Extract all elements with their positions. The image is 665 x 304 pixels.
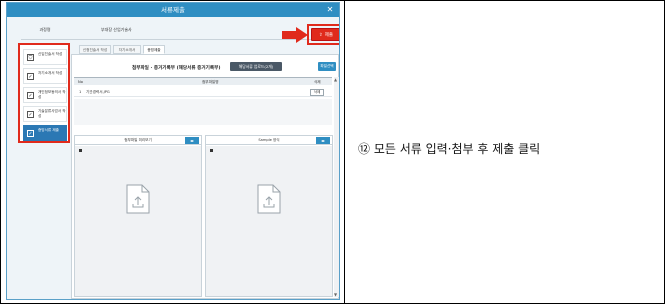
page-marker-icon bbox=[79, 149, 82, 152]
form-row: 과정명 부대장 산업기술사 bbox=[21, 23, 317, 37]
delete-button[interactable]: 삭제 bbox=[310, 89, 324, 96]
table-row: 1 기관경력서.JPG 삭제 bbox=[74, 88, 332, 97]
file-name: 기관경력서.JPG bbox=[86, 90, 110, 94]
window-title: 서류제출 bbox=[7, 3, 339, 17]
scrollbar[interactable]: ▲ ▼ bbox=[334, 77, 339, 297]
tab-statement[interactable]: 신청진술서 작성 bbox=[79, 45, 111, 54]
form-divider bbox=[21, 39, 317, 40]
instruction-caption: ⑫ 모든 서류 입력·첨부 후 제출 클릭 bbox=[358, 142, 541, 156]
tab-evidence[interactable]: 증빙제출 bbox=[143, 45, 165, 54]
step-item-5[interactable]: ✓ 증빙서류 제출 bbox=[23, 125, 67, 141]
preview-viewer: 첨부파일 미리보기 ◂▸ bbox=[74, 135, 202, 297]
file-upload-icon bbox=[257, 184, 281, 214]
attach-file-button[interactable]: 파일선택 bbox=[318, 62, 336, 71]
column-header: 첨부파일명 bbox=[202, 80, 219, 84]
step-label: 증빙서류 제출 bbox=[38, 128, 59, 132]
viewer-body bbox=[206, 146, 332, 296]
scroll-up-icon[interactable]: ▲ bbox=[334, 77, 337, 82]
viewer-nav-arrows-icon[interactable]: ◂▸ bbox=[316, 137, 330, 144]
page-marker-icon bbox=[210, 149, 213, 152]
file-upload-icon bbox=[126, 184, 150, 214]
step-label: 신입진술서 작성 bbox=[38, 52, 63, 56]
step-label: 기술분류사업서 작성 bbox=[38, 109, 66, 118]
submit-label: 제출 bbox=[324, 33, 334, 38]
viewer-title: 첨부파일 미리보기 bbox=[75, 136, 201, 145]
column-header: No bbox=[78, 80, 83, 84]
upload-icon: ⇪ bbox=[318, 33, 323, 38]
panel-heading: 첨부파일 · 증거기록부 (해당서류 증거기록부) bbox=[132, 66, 221, 71]
tab-self-intro[interactable]: 자기소개서 bbox=[113, 45, 141, 54]
shield-check-icon: ⛉ bbox=[27, 54, 34, 61]
step-label: 자기소개서 작성 bbox=[38, 71, 63, 75]
checkbox-icon: ✓ bbox=[27, 111, 34, 118]
arrow-right-icon bbox=[282, 27, 308, 43]
viewer-body bbox=[75, 146, 201, 296]
scroll-down-icon[interactable]: ▼ bbox=[334, 292, 337, 297]
main-panel: 첨부파일 · 증거기록부 (해당서류 증거기록부) 해당서류 업로드(2개) 파… bbox=[71, 54, 339, 299]
viewer-title: Sample 양식 bbox=[206, 136, 332, 145]
submit-button[interactable]: ⇪ 제출 bbox=[311, 28, 339, 41]
grid-header: No 첨부파일명 삭제 bbox=[74, 77, 332, 85]
checkbox-icon: ✓ bbox=[27, 92, 34, 99]
step-item-1[interactable]: ⛉ 신입진술서 작성 bbox=[23, 49, 67, 65]
batch-upload-button[interactable]: 해당서류 업로드(2개) bbox=[230, 62, 282, 71]
checkbox-icon: ✓ bbox=[27, 73, 34, 80]
form-label: 과정명 bbox=[39, 27, 51, 32]
checkbox-icon: ✓ bbox=[27, 130, 34, 137]
row-number: 1 bbox=[79, 90, 82, 94]
sample-viewer: Sample 양식 ◂▸ bbox=[205, 135, 333, 297]
step-item-4[interactable]: ✓ 기술분류사업서 작성 bbox=[23, 106, 67, 122]
screenshot-figure: 서류제출 ✕ 과정명 부대장 산업기술사 ⇪ 제출 ⛉ 신입진술서 작성 ✓ 자기… bbox=[6, 2, 340, 300]
viewer-nav-arrows-icon[interactable]: ◂▸ bbox=[185, 137, 199, 144]
grid-empty-area bbox=[74, 99, 332, 125]
step-item-3[interactable]: ✓ 개인정보동의서 작성 bbox=[23, 87, 67, 103]
table-divider bbox=[344, 0, 345, 304]
step-label: 개인정보동의서 작성 bbox=[38, 90, 66, 99]
step-menu: ⛉ 신입진술서 작성 ✓ 자기소개서 작성 ✓ 개인정보동의서 작성 ✓ 기술분… bbox=[18, 43, 70, 143]
form-value: 부대장 산업기술사 bbox=[101, 27, 132, 32]
column-header: 삭제 bbox=[314, 80, 321, 84]
step-item-2[interactable]: ✓ 자기소개서 작성 bbox=[23, 68, 67, 84]
close-icon[interactable]: ✕ bbox=[325, 5, 335, 15]
